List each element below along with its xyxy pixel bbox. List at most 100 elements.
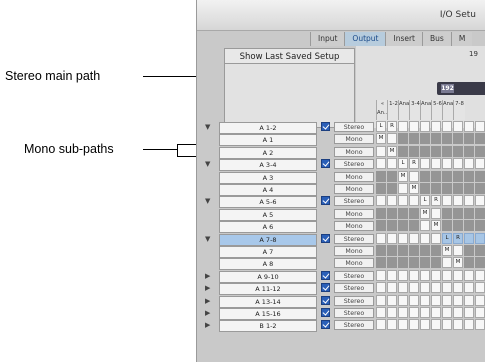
grid-cell[interactable]	[409, 294, 419, 306]
path-active-checkbox[interactable]	[321, 320, 330, 330]
grid-cell[interactable]	[420, 220, 430, 232]
grid-cell[interactable]	[420, 232, 430, 244]
grid-cell[interactable]	[420, 294, 430, 306]
grid-cell[interactable]	[475, 319, 485, 331]
grid-cell[interactable]	[409, 133, 419, 145]
grid-cell[interactable]	[475, 294, 485, 306]
grid-cell[interactable]: M	[387, 145, 397, 157]
grid-cell[interactable]	[464, 232, 474, 244]
grid-cell[interactable]	[409, 245, 419, 256]
grid-cell[interactable]	[453, 170, 463, 182]
show-last-saved-setup-button[interactable]: Show Last Saved Setup	[224, 48, 355, 64]
grid-cell[interactable]	[387, 319, 397, 331]
grid-cell[interactable]: M	[431, 220, 441, 232]
path-name-field[interactable]: A 6	[219, 221, 317, 234]
grid-cell[interactable]	[387, 307, 397, 318]
grid-cell[interactable]	[431, 158, 441, 170]
grid-cell[interactable]	[431, 121, 441, 132]
grid-cell[interactable]	[464, 145, 474, 157]
grid-cell[interactable]: L	[442, 232, 452, 244]
grid-cell[interactable]	[431, 257, 441, 269]
grid-cell[interactable]: M	[398, 170, 408, 182]
grid-cell[interactable]	[409, 282, 419, 294]
grid-cell[interactable]	[453, 158, 463, 170]
path-name-field[interactable]: A 5	[219, 208, 317, 221]
expand-triangle-icon[interactable]: ▶	[205, 321, 210, 329]
grid-cell[interactable]	[475, 232, 485, 244]
path-active-checkbox[interactable]	[321, 283, 330, 293]
path-name-field[interactable]: A 5-6	[219, 196, 317, 209]
grid-cell[interactable]	[475, 269, 485, 281]
grid-cell[interactable]: L	[376, 121, 386, 132]
tab-insert[interactable]: Insert	[385, 32, 422, 46]
grid-cell[interactable]	[387, 257, 397, 269]
grid-cell[interactable]	[420, 158, 430, 170]
grid-cell[interactable]	[431, 145, 441, 157]
grid-cell[interactable]: M	[376, 133, 386, 145]
grid-cell[interactable]	[453, 294, 463, 306]
grid-cell[interactable]	[387, 282, 397, 294]
grid-cell[interactable]	[409, 269, 419, 281]
grid-cell[interactable]	[442, 220, 452, 232]
path-name-field[interactable]: A 2	[219, 146, 317, 159]
grid-cell[interactable]	[475, 195, 485, 207]
grid-cell[interactable]	[398, 195, 408, 207]
grid-cell[interactable]	[453, 245, 463, 256]
grid-cell[interactable]	[376, 145, 386, 157]
grid-cell[interactable]	[409, 257, 419, 269]
grid-cell[interactable]	[464, 195, 474, 207]
grid-cell[interactable]	[387, 133, 397, 145]
expand-triangle-icon[interactable]: ▶	[205, 272, 210, 280]
grid-cell[interactable]	[409, 195, 419, 207]
path-name-field[interactable]: A 1-2	[219, 122, 317, 134]
path-active-checkbox[interactable]	[321, 270, 330, 280]
grid-cell[interactable]	[442, 121, 452, 132]
path-active-checkbox[interactable]	[321, 308, 330, 317]
grid-cell[interactable]	[442, 207, 452, 219]
grid-cell[interactable]	[464, 319, 474, 331]
grid-cell[interactable]	[398, 207, 408, 219]
grid-cell[interactable]	[442, 158, 452, 170]
grid-cell[interactable]	[420, 245, 430, 256]
tab-bus[interactable]: Bus	[422, 32, 451, 46]
grid-cell[interactable]	[475, 282, 485, 294]
grid-cell[interactable]	[387, 183, 397, 194]
grid-cell[interactable]	[442, 170, 452, 182]
grid-cell[interactable]	[376, 232, 386, 244]
grid-cell[interactable]: M	[453, 257, 463, 269]
grid-cell[interactable]	[420, 307, 430, 318]
grid-cell[interactable]	[431, 245, 441, 256]
grid-cell[interactable]	[387, 220, 397, 232]
grid-cell[interactable]	[409, 307, 419, 318]
grid-cell[interactable]	[398, 269, 408, 281]
grid-cell[interactable]	[398, 319, 408, 331]
grid-cell[interactable]	[442, 307, 452, 318]
grid-cell[interactable]	[376, 307, 386, 318]
grid-cell[interactable]	[420, 170, 430, 182]
grid-cell[interactable]	[442, 319, 452, 331]
grid-cell[interactable]	[431, 269, 441, 281]
grid-cell[interactable]	[376, 220, 386, 232]
grid-cell[interactable]	[453, 220, 463, 232]
grid-cell[interactable]	[464, 183, 474, 194]
grid-cell[interactable]	[464, 269, 474, 281]
grid-cell[interactable]	[376, 170, 386, 182]
path-name-field[interactable]: A 9-10	[219, 270, 317, 283]
grid-cell[interactable]	[431, 183, 441, 194]
grid-cell[interactable]	[387, 170, 397, 182]
grid-cell[interactable]	[431, 133, 441, 145]
grid-cell[interactable]	[409, 232, 419, 244]
grid-cell[interactable]	[475, 257, 485, 269]
grid-cell[interactable]	[475, 183, 485, 194]
grid-cell[interactable]	[453, 195, 463, 207]
collapse-triangle-icon[interactable]: ▼	[205, 123, 210, 131]
grid-cell[interactable]	[420, 319, 430, 331]
expand-triangle-icon[interactable]: ▶	[205, 309, 210, 317]
grid-cell[interactable]	[464, 294, 474, 306]
path-name-field[interactable]: A 3	[219, 171, 317, 184]
grid-cell[interactable]	[387, 269, 397, 281]
grid-cell[interactable]	[442, 145, 452, 157]
grid-cell[interactable]	[453, 145, 463, 157]
grid-cell[interactable]	[464, 307, 474, 318]
grid-cell[interactable]	[387, 245, 397, 256]
